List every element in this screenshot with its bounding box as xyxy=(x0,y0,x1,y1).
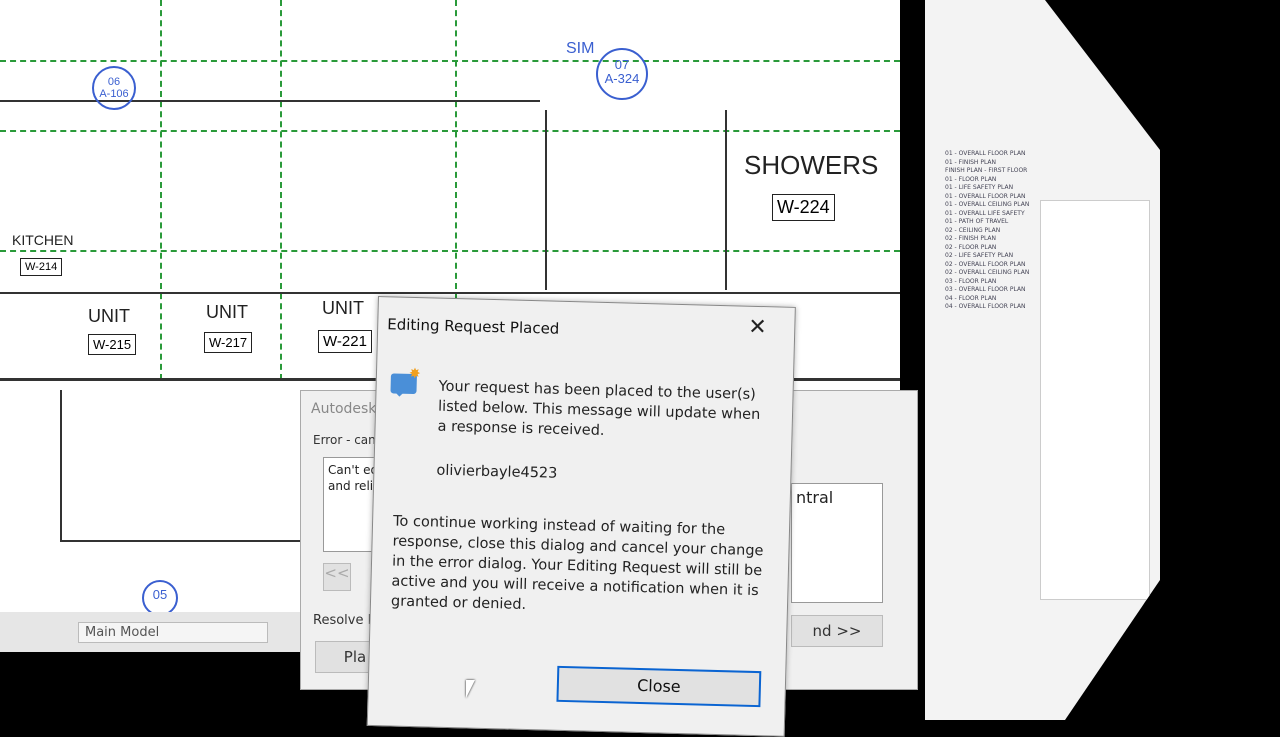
active-workset[interactable]: Main Model xyxy=(78,622,268,643)
grid-line xyxy=(0,130,900,132)
wall xyxy=(60,390,62,540)
mouse-cursor-icon xyxy=(466,680,475,698)
expand-button[interactable]: nd >> xyxy=(791,615,883,647)
project-browser[interactable]: 01 - OVERALL FLOOR PLAN 01 - FINISH PLAN F… xyxy=(925,0,1160,720)
view-tree: 01 - OVERALL FLOOR PLAN 01 - FINISH PLAN F… xyxy=(945,150,1030,310)
callout-number: 06 xyxy=(107,76,121,88)
close-icon[interactable]: ✕ xyxy=(748,315,767,340)
prev-button[interactable]: << xyxy=(323,563,351,591)
instructions: To continue working instead of waiting f… xyxy=(390,513,764,613)
error-group-label: Error - can xyxy=(313,433,376,447)
grid-line xyxy=(280,0,282,380)
room-tag: W-221 xyxy=(318,330,372,353)
notification-star-icon: ✸ xyxy=(408,365,421,383)
close-button[interactable]: Close xyxy=(556,665,762,708)
request-message: Your request has been placed to the user… xyxy=(437,378,761,439)
room-name: SHOWERS xyxy=(744,150,879,180)
room-tag: W-224 xyxy=(772,194,835,221)
grid-line xyxy=(160,0,162,380)
section-label: SIM xyxy=(566,40,595,57)
callout-sheet: A-106 xyxy=(99,88,129,101)
grid-line xyxy=(0,250,900,252)
room-name: UNIT xyxy=(322,298,364,318)
error-detail-box: ntral xyxy=(791,483,883,603)
callout-sheet: A-324 xyxy=(604,71,640,87)
wall xyxy=(545,110,547,290)
status-bar: Main Model xyxy=(0,612,300,652)
wall xyxy=(725,110,727,290)
editing-request-dialog: Editing Request Placed ✕ ✸ Your request … xyxy=(366,296,796,737)
callout-bubble[interactable]: 05 xyxy=(142,580,178,616)
room-tag: W-217 xyxy=(204,332,253,353)
wall xyxy=(60,540,320,542)
room-tag: W-215 xyxy=(88,334,137,355)
callout-bubble[interactable]: 06 A-106 xyxy=(92,66,136,110)
wall xyxy=(0,292,900,294)
room-name: KITCHEN xyxy=(12,232,74,248)
callout-number: 07 xyxy=(614,57,630,72)
wall xyxy=(0,100,540,102)
requested-user: olivierbayle4523 xyxy=(436,462,558,482)
room-name: UNIT xyxy=(206,302,248,322)
dialog-title: Editing Request Placed xyxy=(387,315,560,338)
room-name: UNIT xyxy=(88,306,130,326)
view-preview xyxy=(1040,200,1150,600)
room-tag: W-214 xyxy=(20,258,63,276)
grid-line xyxy=(0,60,900,62)
callout-bubble[interactable]: 07 A-324 xyxy=(596,48,648,100)
callout-number: 05 xyxy=(152,587,168,602)
